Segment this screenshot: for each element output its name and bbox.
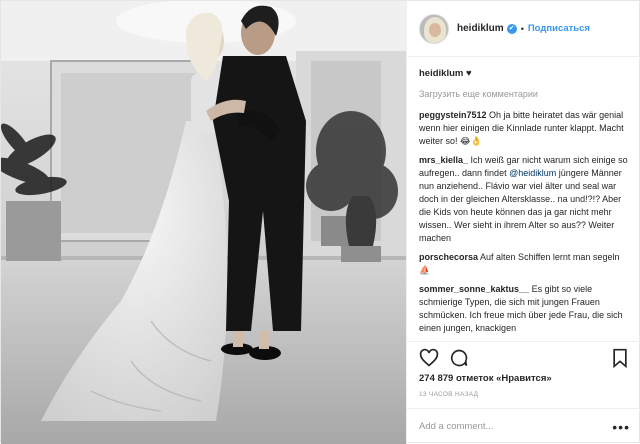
post-side-panel: heidiklum ✔ • Подписаться heidiklum ♥ За… xyxy=(406,1,640,444)
comment-item: peggystein7512 Oh ja bitte heiratet das … xyxy=(419,109,630,148)
header-username[interactable]: heidiklum xyxy=(457,23,504,34)
comment-item: porschecorsa Auf alten Schiffen lernt ma… xyxy=(419,251,630,277)
post-photo[interactable] xyxy=(1,1,406,444)
post-actions xyxy=(407,341,640,369)
add-comment-bar: ••• xyxy=(407,408,640,444)
caption-username[interactable]: heidiklum xyxy=(419,68,463,79)
more-options-icon[interactable]: ••• xyxy=(612,419,630,435)
comment-item: sommer_sonne_kaktus__ Es gibt so viele s… xyxy=(419,283,630,335)
comment-username[interactable]: porschecorsa xyxy=(419,252,478,262)
post-header: heidiklum ✔ • Подписаться xyxy=(407,1,640,57)
comment-username[interactable]: mrs_kiella_ xyxy=(419,155,468,165)
comment-mention-link[interactable]: @heidiklum xyxy=(509,168,556,178)
wedding-photo-image xyxy=(1,1,406,444)
add-comment-input[interactable] xyxy=(419,421,609,432)
comments-list[interactable]: heidiklum ♥ Загрузить еще комментарии pe… xyxy=(407,58,640,341)
avatar[interactable] xyxy=(419,13,449,44)
load-more-comments-button[interactable]: Загрузить еще комментарии xyxy=(419,89,630,99)
header-separator: • xyxy=(520,23,524,34)
caption: heidiklum ♥ xyxy=(419,68,630,79)
bookmark-icon[interactable] xyxy=(610,348,630,368)
post-timestamp: 13 ЧАСОВ НАЗАД xyxy=(419,391,479,398)
comment-icon[interactable] xyxy=(449,348,469,368)
comment-text: jüngere Männer nun anziehend.. Flávio wa… xyxy=(419,168,622,243)
comment-username[interactable]: peggystein7512 xyxy=(419,110,487,120)
caption-text: ♥ xyxy=(465,68,472,79)
comment-username[interactable]: sommer_sonne_kaktus__ xyxy=(419,284,529,294)
likes-count[interactable]: 274 879 отметок «Нравится» xyxy=(419,373,552,384)
comment-item: mrs_kiella_ Ich weiß gar nicht warum sic… xyxy=(419,154,630,245)
heart-icon[interactable] xyxy=(419,348,439,368)
actions-spacer xyxy=(479,348,610,369)
verified-badge-icon: ✔ xyxy=(506,23,517,34)
avatar-face xyxy=(429,22,441,37)
follow-button[interactable]: Подписаться xyxy=(528,23,590,34)
post-frame: heidiklum ✔ • Подписаться heidiklum ♥ За… xyxy=(0,0,640,444)
